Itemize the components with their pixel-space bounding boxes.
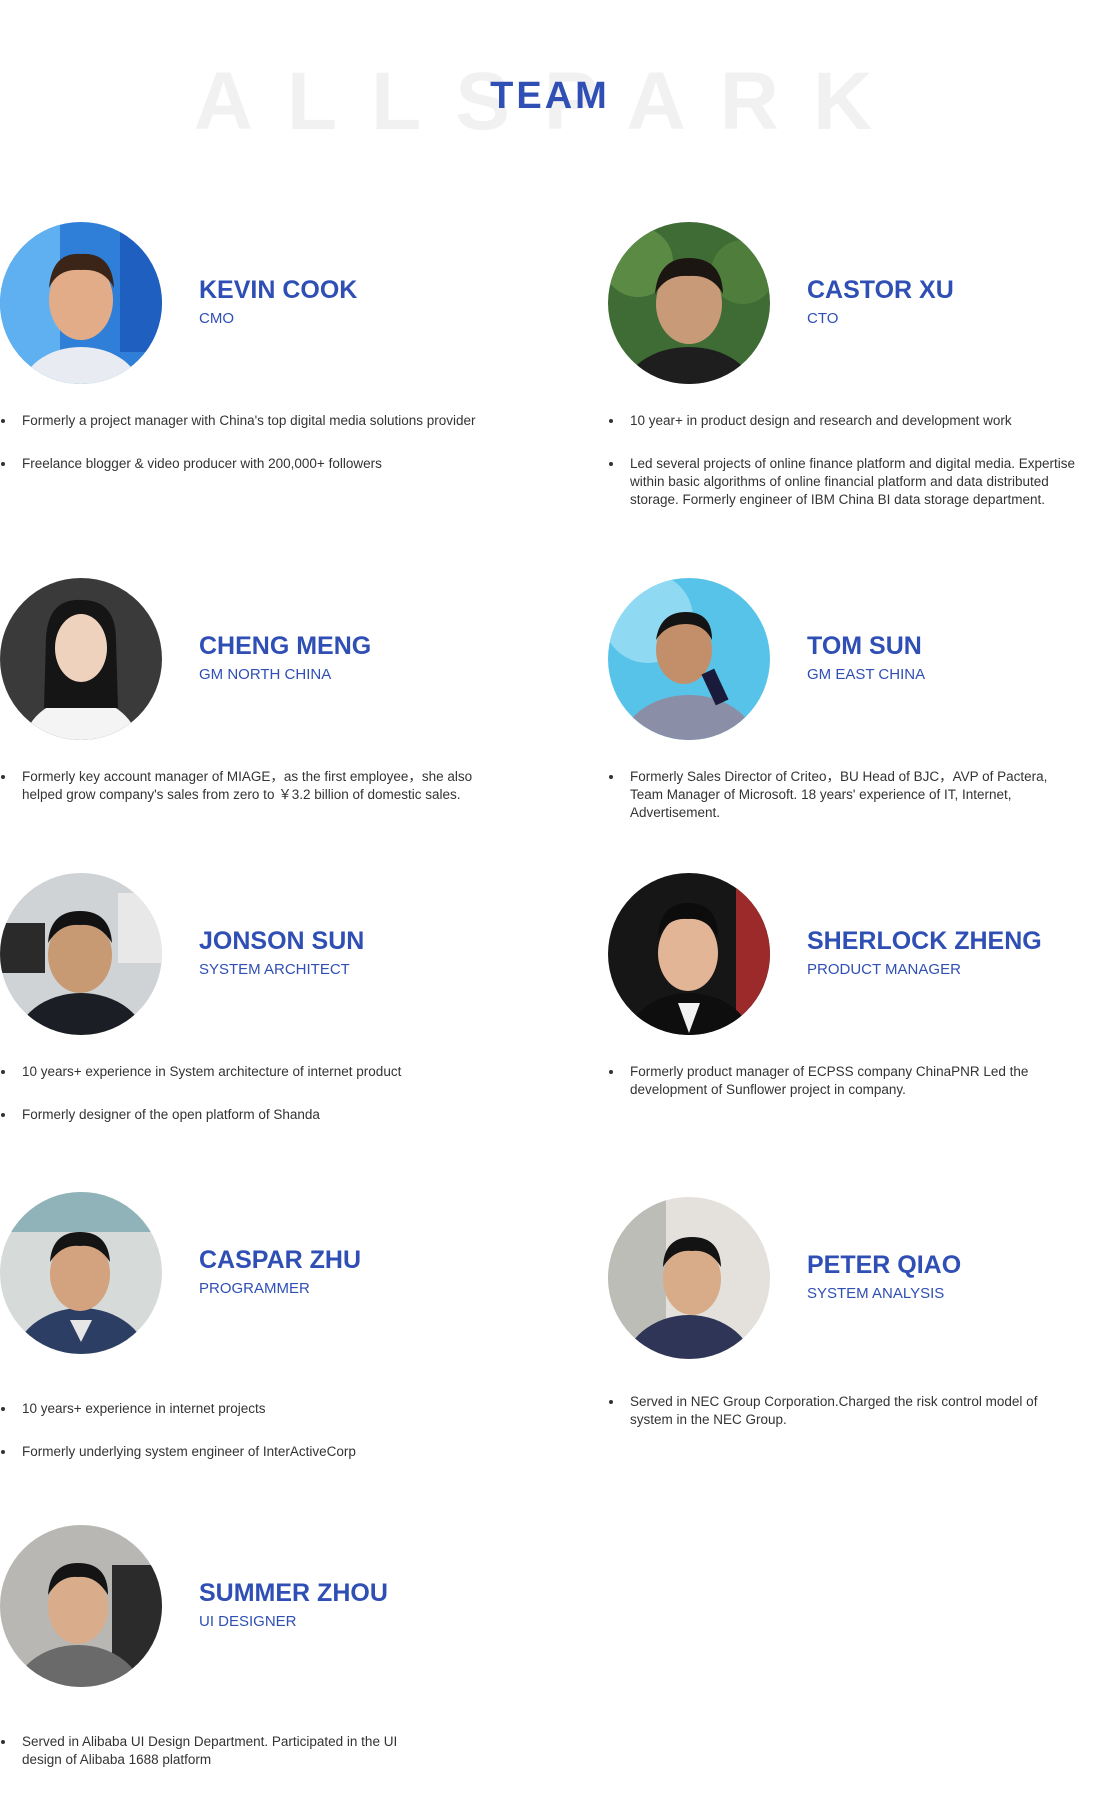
member-role: UI DESIGNER [199,1613,297,1630]
member-photo [0,578,162,740]
member-role: CTO [807,310,839,327]
member-photo [608,222,770,384]
member-name: PETER QIAO [807,1251,962,1279]
page-title: TEAM [490,75,610,117]
team-member-card: CASTOR XU CTO 10 year+ in product design… [608,222,1100,522]
bullet-item: Formerly designer of the open platform o… [0,1106,510,1124]
bullet-item: Led several projects of online finance p… [608,455,1100,509]
member-bullets: 10 years+ experience in System architect… [0,1063,510,1149]
member-role: GM NORTH CHINA [199,666,332,683]
team-member-card: CASPAR ZHU PROGRAMMER 10 years+ experien… [0,1192,510,1492]
team-member-card: PETER QIAO SYSTEM ANALYSIS Served in NEC… [608,1197,1100,1457]
team-member-card: TOM SUN GM EAST CHINA Formerly Sales Dir… [608,578,1100,838]
bullet-item: 10 year+ in product design and research … [608,412,1100,430]
member-name: CASTOR XU [807,276,954,304]
member-bullets: Formerly key account manager of MIAGE，as… [0,768,510,829]
team-member-card: KEVIN COOK CMO Formerly a project manage… [0,222,510,522]
page-header: ALLSPARK TEAM [0,45,1100,165]
bullet-item: Formerly a project manager with China's … [0,412,510,430]
member-bullets: Formerly product manager of ECPSS compan… [608,1063,1078,1124]
member-photo [608,1197,770,1359]
member-role: CMO [199,310,234,327]
member-name: CHENG MENG [199,632,372,660]
member-role: PRODUCT MANAGER [807,961,961,978]
member-name: CASPAR ZHU [199,1246,362,1274]
bullet-item: 10 years+ experience in internet project… [0,1400,510,1418]
member-name: SUMMER ZHOU [199,1579,388,1607]
member-role: GM EAST CHINA [807,666,926,683]
member-role: SYSTEM ANALYSIS [807,1285,945,1302]
team-member-card: JONSON SUN SYSTEM ARCHITECT 10 years+ ex… [0,873,510,1173]
member-role: PROGRAMMER [199,1280,310,1297]
team-member-card: CHENG MENG GM NORTH CHINA Formerly key a… [0,578,510,838]
bullet-item: Served in NEC Group Corporation.Charged … [608,1393,1078,1429]
member-photo [608,578,770,740]
member-bullets: Formerly Sales Director of Criteo，BU Hea… [608,768,1078,847]
member-name: JONSON SUN [199,927,365,955]
bullet-item: Served in Alibaba UI Design Department. … [0,1733,410,1769]
bullet-item: Formerly Sales Director of Criteo，BU Hea… [608,768,1078,822]
member-photo [0,873,162,1035]
bullet-item: Formerly underlying system engineer of I… [0,1443,510,1461]
member-name: TOM SUN [807,632,922,660]
member-photo [608,873,770,1035]
member-name: KEVIN COOK [199,276,358,304]
bullet-item: Formerly key account manager of MIAGE，as… [0,768,510,804]
member-bullets: Formerly a project manager with China's … [0,412,510,498]
member-photo [0,222,162,384]
member-name: SHERLOCK ZHENG [807,927,1042,955]
member-photo [0,1192,162,1354]
member-bullets: Served in Alibaba UI Design Department. … [0,1733,410,1794]
member-photo [0,1525,162,1687]
member-bullets: 10 year+ in product design and research … [608,412,1100,534]
member-bullets: 10 years+ experience in internet project… [0,1400,510,1486]
bullet-item: 10 years+ experience in System architect… [0,1063,510,1081]
team-member-card: SHERLOCK ZHENG PRODUCT MANAGER Formerly … [608,873,1100,1173]
member-role: SYSTEM ARCHITECT [199,961,350,978]
member-bullets: Served in NEC Group Corporation.Charged … [608,1393,1078,1454]
bullet-item: Formerly product manager of ECPSS compan… [608,1063,1078,1099]
bullet-item: Freelance blogger & video producer with … [0,455,510,473]
team-member-card: SUMMER ZHOU UI DESIGNER Served in Alibab… [0,1525,510,1795]
